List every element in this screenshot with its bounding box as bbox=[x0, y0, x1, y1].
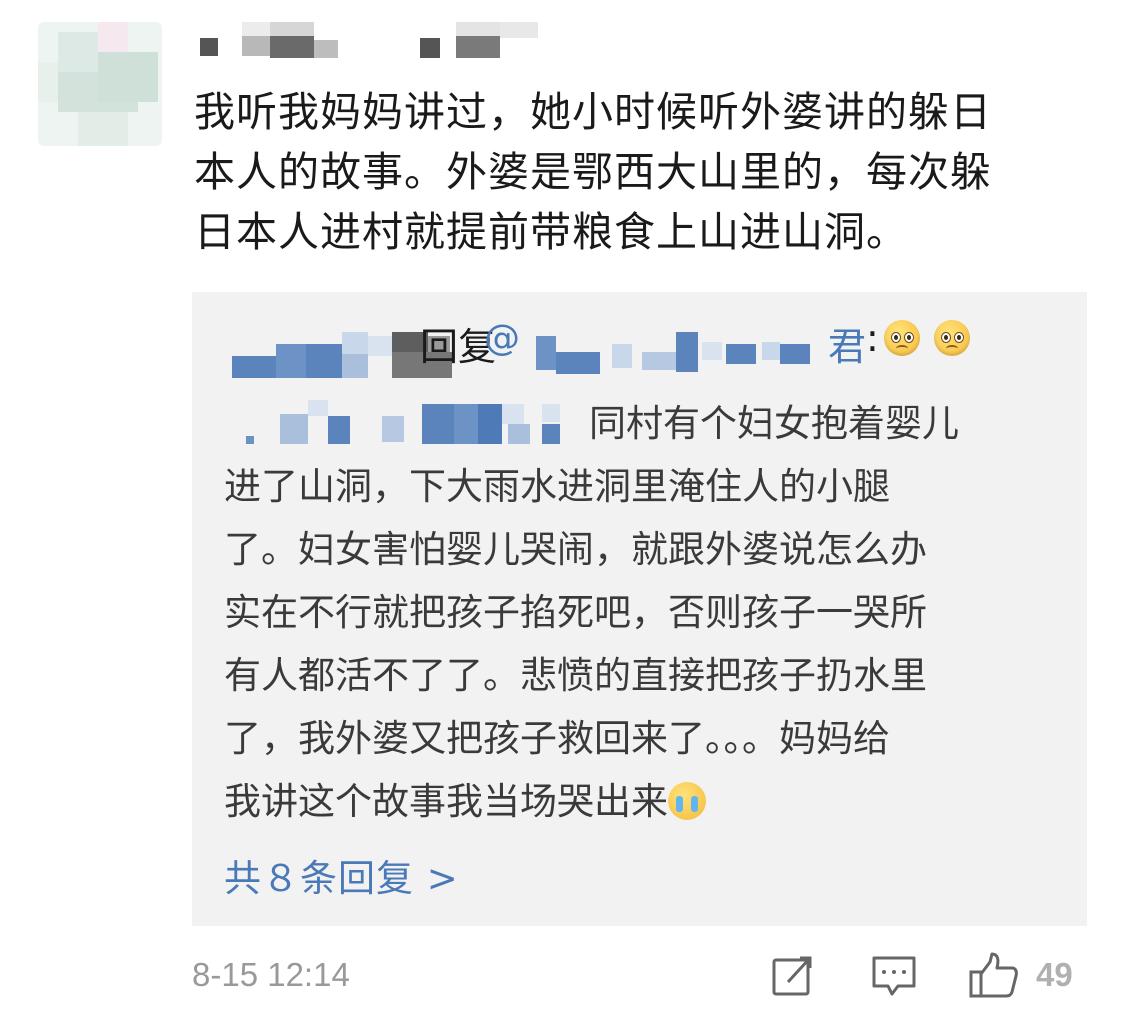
timestamp: 8-15 12:14 bbox=[192, 956, 350, 993]
reply-header: 回复 @ 君 : bbox=[232, 316, 992, 378]
mention-name-tail[interactable]: 君 bbox=[828, 316, 866, 371]
reply-line: 同村有个妇女抱着婴儿 bbox=[589, 402, 959, 445]
comment-icon[interactable] bbox=[870, 952, 918, 1000]
reply-body: 同村有个妇女抱着婴儿 进了山洞，下大雨水进洞里淹住人的小腿 了。妇女害怕婴儿哭闹… bbox=[224, 392, 1054, 833]
username-obscured[interactable] bbox=[198, 18, 558, 64]
reply-line: 我讲这个故事我当场哭出来 bbox=[224, 780, 668, 823]
like-icon[interactable] bbox=[968, 952, 1018, 1000]
share-icon[interactable] bbox=[770, 952, 818, 1000]
comment-line: 日本人进村就提前带粮食上山进山洞。 bbox=[194, 208, 908, 256]
avatar[interactable] bbox=[38, 22, 162, 146]
pleading-face-icon bbox=[884, 320, 920, 356]
comment-card: 我听我妈妈讲过，她小时候听外婆讲的躲日 本人的故事。外婆是鄂西大山里的，每次躲 … bbox=[0, 0, 1125, 1011]
reply-colon: : bbox=[866, 316, 879, 360]
loudly-crying-face-icon bbox=[668, 782, 706, 820]
reply-line: 实在不行就把孩子掐死吧，否则孩子一哭所 bbox=[224, 591, 927, 634]
pleading-face-icon bbox=[934, 320, 970, 356]
reply-line: 有人都活不了了。悲愤的直接把孩子扔水里 bbox=[224, 654, 927, 697]
like-count: 49 bbox=[1036, 956, 1073, 993]
reply-line: 了。妇女害怕婴儿哭闹，就跟外婆说怎么办 bbox=[224, 528, 927, 571]
comment-line: 我听我妈妈讲过，她小时候听外婆讲的躲日 bbox=[194, 88, 992, 136]
reply-line: 进了山洞，下大雨水进洞里淹住人的小腿 bbox=[224, 465, 890, 508]
comment-text: 我听我妈妈讲过，她小时候听外婆讲的躲日 本人的故事。外婆是鄂西大山里的，每次躲 … bbox=[194, 82, 1074, 262]
reply-line: 了，我外婆又把孩子救回来了。。。妈妈给 bbox=[224, 717, 890, 760]
mention-at[interactable]: @ bbox=[484, 318, 520, 359]
view-all-replies-link[interactable]: 共８条回复 > bbox=[224, 848, 459, 902]
reply-box[interactable]: 回复 @ 君 : 同村有个妇女抱着婴儿 进了山洞，下大雨水进洞里淹住人的小腿 了… bbox=[192, 292, 1087, 926]
comment-line: 本人的故事。外婆是鄂西大山里的，每次躲 bbox=[194, 148, 992, 196]
